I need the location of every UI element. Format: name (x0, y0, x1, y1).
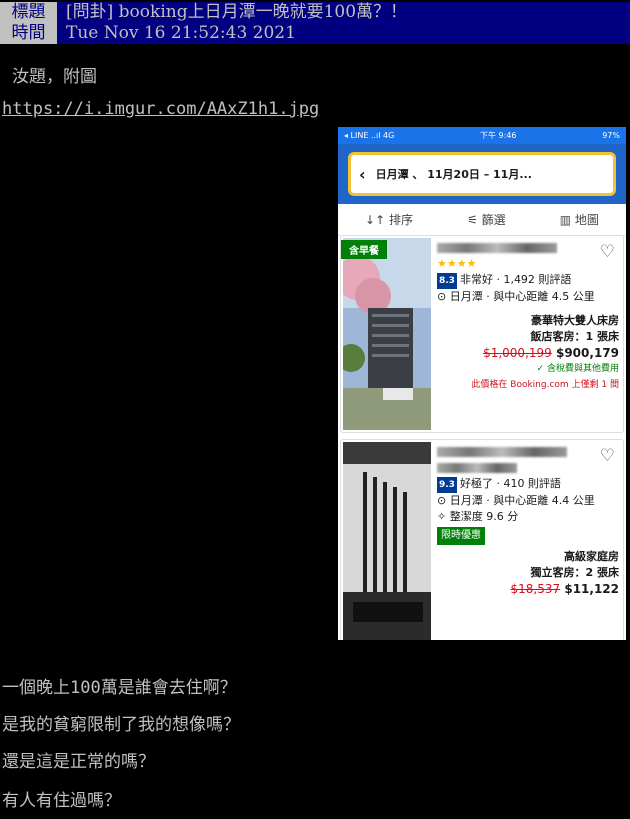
old-price: $1,000,199 (483, 346, 552, 360)
pin-icon: ⊙ (437, 494, 450, 507)
room-detail: 飯店客房：1 張床 (530, 330, 619, 343)
status-left: ◂ LINE ..ıl 4G (344, 131, 395, 140)
deal-tag: 限時優惠 (437, 527, 485, 545)
post-line: 一個晚上100萬是誰會去住啊？ (2, 678, 237, 698)
post-line: 是我的貧窮限制了我的想像嗎？ (2, 715, 240, 735)
title-row: 標題 [問卦] booking上日月潭一晚就要100萬？！ (0, 2, 630, 23)
review-text: 好極了 · 410 則評語 (459, 477, 561, 490)
cleanliness-text: 整潔度 9.6 分 (449, 510, 519, 523)
sort-button[interactable]: ↓↑ 排序 (365, 211, 413, 228)
new-price: $11,122 (564, 582, 619, 596)
hotel-photo (343, 442, 431, 640)
review-score: 9.3 (437, 477, 457, 493)
tax-note: ✓ 含稅費與其他費用 (536, 364, 619, 374)
title-key: 標題 (0, 2, 57, 23)
filter-button[interactable]: ⚟ 篩選 (467, 211, 506, 228)
hotel-info: 9.3 好極了 · 410 則評語 ⊙ 日月潭 · 與中心距離 4.4 公里 ✧ … (437, 444, 619, 597)
back-chevron-icon[interactable]: ‹ (359, 165, 366, 184)
map-icon: ▥ (559, 213, 575, 227)
title-value: [問卦] booking上日月潭一晚就要100萬？！ (66, 2, 408, 22)
search-box[interactable]: ‹ 日月潭 、 11月20日 – 11月... (348, 152, 616, 196)
price-row: $1,000,199 $900,179 (437, 345, 619, 361)
post-line: 汝題，附圖 (12, 67, 97, 87)
map-label: 地圖 (574, 213, 599, 227)
cleanliness: ✧ 整潔度 9.6 分 (437, 509, 619, 525)
room-type: 豪華特大雙人床房 (531, 314, 619, 327)
location-text: 日月潭 · 與中心距離 4.4 公里 (449, 494, 595, 507)
location: ⊙ 日月潭 · 與中心距離 4.4 公里 (437, 493, 619, 509)
phone-status-bar: ◂ LINE ..ıl 4G 下午 9:46 97% (338, 127, 626, 144)
post-line: 還是這是正常的嗎？ (2, 752, 155, 772)
review-row: 9.3 好極了 · 410 則評語 (437, 476, 619, 493)
hotel-name-blurred (437, 240, 619, 256)
deal-tag-row: 限時優惠 (437, 527, 619, 545)
room-type: 高級家庭房 (564, 550, 619, 563)
image-link[interactable]: https://i.imgur.com/AAxZ1h1.jpg (2, 99, 319, 119)
time-value: Tue Nov 16 21:52:43 2021 (66, 23, 296, 43)
search-header: ‹ 日月潭 、 11月20日 – 11月... (338, 144, 626, 204)
review-score: 8.3 (437, 273, 457, 289)
star-rating: ★★★★ (437, 257, 477, 270)
time-key: 時間 (0, 23, 57, 44)
price-row: $18,537 $11,122 (437, 581, 619, 597)
hotel-name-blurred (437, 444, 619, 460)
booking-screenshot: ◂ LINE ..ıl 4G 下午 9:46 97% ‹ 日月潭 、 11月20… (338, 127, 626, 640)
status-right: 97% (602, 131, 620, 140)
hotel-card[interactable]: 含早餐 ♡ ★★★★ 8.3 非常好 · 1,492 則評語 ⊙ 日月潭 · 與中… (340, 235, 624, 433)
hotel-name-blurred-2 (437, 460, 619, 476)
review-text: 非常好 · 1,492 則評語 (459, 273, 572, 286)
scarcity-note: 此價格在 Booking.com 上僅剩 1 間 (471, 380, 619, 390)
hotel-card[interactable]: ♡ 9.3 好極了 · 410 則評語 ⊙ 日月潭 · 與中心距離 4.4 公里 … (340, 439, 624, 640)
search-text: 日月潭 、 11月20日 – 11月... (375, 168, 532, 181)
location-text: 日月潭 · 與中心距離 4.5 公里 (449, 290, 595, 303)
review-row: 8.3 非常好 · 1,492 則評語 (437, 272, 619, 289)
sort-filter-row: ↓↑ 排序 ⚟ 篩選 ▥ 地圖 (338, 204, 626, 236)
filter-icon: ⚟ (467, 213, 482, 227)
hotel-photo (343, 238, 431, 430)
broom-icon: ✧ (437, 510, 450, 523)
old-price: $18,537 (510, 582, 561, 596)
room-detail: 獨立客房：2 張床 (530, 566, 619, 579)
status-center: 下午 9:46 (480, 131, 517, 140)
pin-icon: ⊙ (437, 290, 450, 303)
breakfast-badge: 含早餐 (341, 240, 387, 259)
filter-label: 篩選 (481, 213, 506, 227)
post-line: 有人有住過嗎？ (2, 791, 121, 811)
location: ⊙ 日月潭 · 與中心距離 4.5 公里 (437, 289, 619, 305)
hotel-info: ★★★★ 8.3 非常好 · 1,492 則評語 ⊙ 日月潭 · 與中心距離 4.… (437, 240, 619, 393)
map-button[interactable]: ▥ 地圖 (560, 211, 599, 228)
new-price: $900,179 (555, 346, 619, 360)
time-row: 時間 Tue Nov 16 21:52:43 2021 (0, 23, 630, 44)
